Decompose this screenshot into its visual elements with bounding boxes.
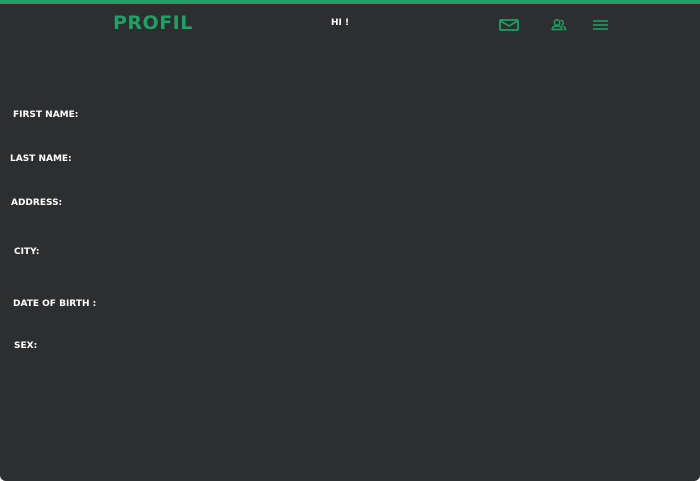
- greeting-text: HI !: [331, 18, 350, 28]
- date-of-birth-label: DATE OF BIRTH :: [13, 299, 97, 309]
- first-name-label: FIRST NAME:: [13, 110, 79, 120]
- menu-icon[interactable]: [592, 17, 609, 31]
- page-title: PROFIL: [113, 12, 193, 34]
- sex-label: SEX:: [14, 341, 38, 351]
- profile-screen: PROFIL HI ! FIRST NAME: LAST NAME: ADDRE…: [0, 0, 700, 481]
- mail-icon[interactable]: [498, 17, 520, 31]
- user-icon[interactable]: [551, 17, 567, 31]
- last-name-label: LAST NAME:: [10, 154, 72, 164]
- address-label: ADDRESS:: [11, 198, 63, 208]
- city-label: CITY:: [14, 247, 40, 257]
